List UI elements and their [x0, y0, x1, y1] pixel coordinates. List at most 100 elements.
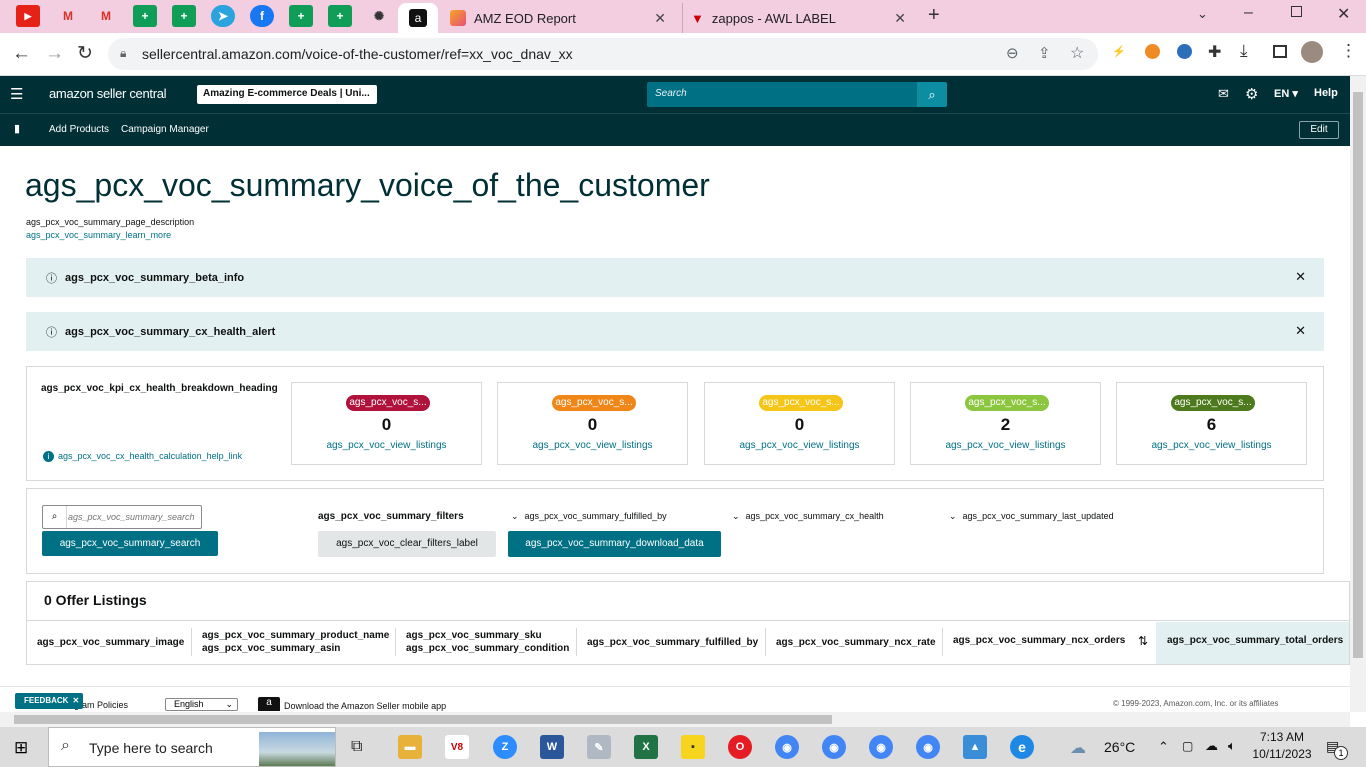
- column-header-ncx-orders[interactable]: ags_pcx_voc_summary_ncx_orders: [953, 635, 1125, 646]
- telegram-icon[interactable]: ➤: [211, 5, 235, 27]
- maximize-icon[interactable]: [1291, 6, 1302, 17]
- youtube-icon[interactable]: ▶: [16, 5, 40, 27]
- horizontal-scrollbar-thumb[interactable]: [14, 715, 832, 724]
- gmail-icon[interactable]: M: [56, 5, 80, 27]
- file-explorer-icon[interactable]: ▬: [398, 735, 422, 759]
- chrome-icon[interactable]: ◉: [822, 735, 846, 759]
- gear-icon[interactable]: ⚙: [1245, 85, 1258, 103]
- column-header-sku[interactable]: ags_pcx_voc_summary_sku: [406, 630, 542, 641]
- nav-campaign-manager[interactable]: Campaign Manager: [121, 124, 209, 135]
- new-tab-icon[interactable]: +: [928, 4, 940, 27]
- facebook-icon[interactable]: f: [250, 5, 274, 27]
- view-listings-link[interactable]: ags_pcx_voc_view_listings: [498, 440, 687, 451]
- column-header-image[interactable]: ags_pcx_voc_summary_image: [37, 637, 184, 648]
- taskbar-search-box[interactable]: ⌕ Type here to search: [48, 727, 336, 767]
- more-menu-icon[interactable]: ⋮: [1340, 41, 1357, 61]
- minimize-icon[interactable]: –: [1244, 4, 1253, 22]
- column-header-ncx-rate[interactable]: ags_pcx_voc_summary_ncx_rate: [776, 637, 936, 648]
- search-icon[interactable]: ⌕: [917, 82, 947, 107]
- view-listings-link[interactable]: ags_pcx_voc_view_listings: [292, 440, 481, 451]
- chevron-up-icon[interactable]: ⌃: [1158, 739, 1169, 755]
- column-header-asin[interactable]: ags_pcx_voc_summary_asin: [202, 643, 340, 654]
- paint-icon[interactable]: ✎: [587, 735, 611, 759]
- filter-fulfilled-by[interactable]: ⌄ ags_pcx_voc_summary_fulfilled_by: [511, 511, 667, 522]
- sheets-icon[interactable]: +: [289, 5, 313, 27]
- extension-icon[interactable]: [1145, 44, 1160, 59]
- side-panel-icon[interactable]: [1273, 45, 1287, 58]
- zoom-app-icon[interactable]: Z: [493, 735, 517, 759]
- vertical-scrollbar[interactable]: [1350, 76, 1366, 712]
- sort-icon[interactable]: ⇅: [1138, 634, 1148, 648]
- close-icon[interactable]: ✕: [1295, 323, 1306, 339]
- close-icon[interactable]: ✕: [1295, 269, 1306, 285]
- listing-search-input[interactable]: [68, 507, 200, 527]
- clear-filters-button[interactable]: ags_pcx_voc_clear_filters_label: [318, 531, 496, 557]
- filter-cx-health[interactable]: ⌄ ags_pcx_voc_summary_cx_health: [732, 511, 884, 522]
- opera-icon[interactable]: O: [728, 735, 752, 759]
- address-bar[interactable]: 🔒︎ sellercentral.amazon.com/voice-of-the…: [108, 38, 1098, 70]
- sheets-icon[interactable]: +: [328, 5, 352, 27]
- download-icon[interactable]: ⤓: [1240, 41, 1248, 61]
- column-header-total-orders[interactable]: ags_pcx_voc_summary_total_orders: [1167, 635, 1343, 646]
- extensions-puzzle-icon[interactable]: ✚: [1208, 42, 1221, 62]
- photos-icon[interactable]: ▲: [963, 735, 987, 759]
- column-header-fulfilled-by[interactable]: ags_pcx_voc_summary_fulfilled_by: [587, 637, 758, 648]
- seller-central-logo[interactable]: amazon seller central: [49, 86, 167, 101]
- sheets-icon[interactable]: +: [133, 5, 157, 27]
- store-selector[interactable]: Amazing E-commerce Deals | Uni...: [197, 85, 377, 104]
- cx-health-help-link[interactable]: i ags_pcx_voc_cx_health_calculation_help_…: [43, 451, 242, 462]
- column-header-condition[interactable]: ags_pcx_voc_summary_condition: [406, 643, 569, 654]
- globe-icon[interactable]: ✺: [367, 5, 391, 27]
- language-selector[interactable]: EN ▾: [1274, 87, 1298, 100]
- word-icon[interactable]: W: [540, 735, 564, 759]
- edit-button[interactable]: Edit: [1299, 121, 1339, 139]
- footer-language-select[interactable]: English ⌄: [165, 698, 238, 711]
- bookmark-icon[interactable]: ▮: [14, 122, 20, 135]
- chevron-down-icon[interactable]: ⌄: [1197, 6, 1208, 22]
- internet-explorer-icon[interactable]: e: [1010, 735, 1034, 759]
- help-link[interactable]: Help: [1314, 87, 1338, 99]
- avatar[interactable]: [1301, 41, 1323, 63]
- horizontal-scrollbar[interactable]: [0, 712, 1350, 727]
- tab-zappos-awl-label[interactable]: ▼ zappos - AWL LABEL ✕: [682, 3, 914, 33]
- app-icon[interactable]: V8: [445, 735, 469, 759]
- bookmark-star-icon[interactable]: ☆: [1070, 43, 1084, 63]
- weather-temperature[interactable]: 26°C: [1104, 739, 1135, 755]
- volume-icon[interactable]: 🔈︎: [1228, 738, 1236, 754]
- vertical-scrollbar-thumb[interactable]: [1353, 92, 1363, 658]
- back-icon[interactable]: ←: [12, 43, 31, 65]
- forward-icon[interactable]: →: [45, 43, 64, 65]
- search-button[interactable]: ags_pcx_voc_summary_search: [42, 531, 218, 556]
- chrome-icon[interactable]: ◉: [775, 735, 799, 759]
- close-window-icon[interactable]: ✕: [1337, 4, 1350, 24]
- excel-icon[interactable]: X: [634, 735, 658, 759]
- hamburger-menu-icon[interactable]: ☰: [10, 85, 23, 103]
- url-text[interactable]: sellercentral.amazon.com/voice-of-the-cu…: [142, 46, 573, 62]
- filter-last-updated[interactable]: ⌄ ags_pcx_voc_summary_last_updated: [949, 511, 1114, 522]
- gmail-icon[interactable]: M: [94, 5, 118, 27]
- chrome-icon[interactable]: ◉: [916, 735, 940, 759]
- header-search-input[interactable]: Search: [647, 82, 919, 107]
- download-app-link[interactable]: Download the Amazon Seller mobile app: [284, 701, 446, 712]
- mail-icon[interactable]: ✉: [1218, 86, 1229, 102]
- extension-icon[interactable]: ⚡: [1112, 45, 1126, 58]
- device-icon[interactable]: ▢: [1182, 739, 1193, 753]
- sticky-notes-icon[interactable]: ▪: [681, 735, 705, 759]
- view-listings-link[interactable]: ags_pcx_voc_view_listings: [705, 440, 894, 451]
- nav-add-products[interactable]: Add Products: [49, 124, 109, 135]
- tab-amz-eod-report[interactable]: AMZ EOD Report ✕: [442, 3, 674, 33]
- zoom-icon[interactable]: ⊖: [1006, 44, 1019, 62]
- chrome-icon[interactable]: ◉: [869, 735, 893, 759]
- close-icon[interactable]: ✕: [894, 10, 906, 27]
- learn-more-link[interactable]: ags_pcx_voc_summary_learn_more: [26, 230, 171, 240]
- close-icon[interactable]: ✕: [654, 10, 666, 27]
- network-icon[interactable]: ☁: [1205, 738, 1218, 754]
- download-data-button[interactable]: ags_pcx_voc_summary_download_data: [508, 531, 721, 557]
- view-listings-link[interactable]: ags_pcx_voc_view_listings: [911, 440, 1100, 451]
- sheets-icon[interactable]: +: [172, 5, 196, 27]
- clock-time[interactable]: 7:13 AM: [1252, 730, 1312, 744]
- task-view-icon[interactable]: ⧉: [351, 738, 362, 756]
- extension-icon[interactable]: [1177, 44, 1192, 59]
- tab-seller-central[interactable]: a: [398, 3, 438, 33]
- clock-date[interactable]: 10/11/2023: [1248, 747, 1316, 761]
